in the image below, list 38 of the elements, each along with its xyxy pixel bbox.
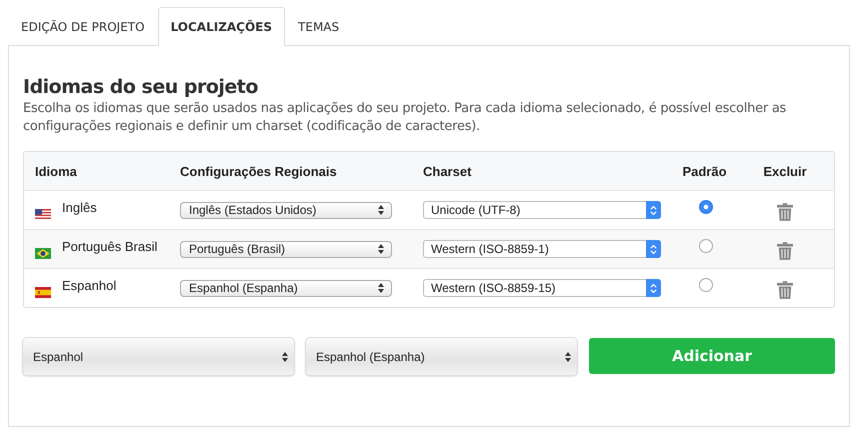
default-radio[interactable] <box>698 278 712 292</box>
regional-select[interactable]: Espanhol (Espanha) <box>180 280 392 296</box>
tab[interactable]: LOCALIZAÇÕES <box>158 7 286 46</box>
charset-select[interactable]: Western (ISO-8859-15) <box>423 279 661 297</box>
updown-arrows-icon <box>282 352 288 362</box>
regional-select[interactable]: Português (Brasil) <box>180 240 392 258</box>
language-name: Português Brasil <box>62 238 158 254</box>
tab[interactable]: EDIÇÃO DE PROJETO <box>8 7 158 46</box>
flag-icon <box>35 208 51 220</box>
language-select[interactable]: Espanhol <box>23 338 294 375</box>
charset-select[interactable]: Western (ISO-8859-1) <box>423 240 661 258</box>
charset-select[interactable]: Unicode (UTF-8) <box>423 201 661 219</box>
language-name: Inglês <box>62 200 97 214</box>
trash-icon[interactable] <box>777 242 793 260</box>
updown-arrows-icon <box>378 244 384 254</box>
language-name: Espanhol <box>62 278 116 292</box>
stepper-icon <box>646 240 661 258</box>
regional-select[interactable]: Inglês (Estados Unidos) <box>180 202 392 218</box>
updown-arrows-icon <box>378 205 384 215</box>
section-description: Escolha os idiomas que serão usados nas aplicações do seu projeto. Para cada idioma selecionado, é possível escolher as configurações regionais e definir um charset (codificação de caracteres). <box>23 100 788 136</box>
column-header: Idioma <box>34 164 78 178</box>
default-radio[interactable] <box>698 200 712 214</box>
updown-arrows-icon <box>378 283 384 293</box>
stepper-icon <box>646 201 661 219</box>
section-title: Idiomas do seu projeto <box>23 76 259 98</box>
column-header: Configurações Regionais <box>180 164 338 178</box>
flag-icon <box>35 286 51 298</box>
default-radio[interactable] <box>698 238 712 252</box>
column-header: Excluir <box>762 164 808 178</box>
regional-select[interactable]: Espanhol (Espanha) <box>306 338 577 375</box>
updown-arrows-icon <box>565 352 571 362</box>
tab[interactable]: TEMAS <box>285 7 352 46</box>
trash-icon[interactable] <box>777 281 793 299</box>
stepper-icon <box>646 279 661 297</box>
trash-icon[interactable] <box>777 203 793 221</box>
flag-icon <box>35 248 51 258</box>
column-header: Padrão <box>681 164 728 178</box>
column-header: Charset <box>423 164 472 178</box>
